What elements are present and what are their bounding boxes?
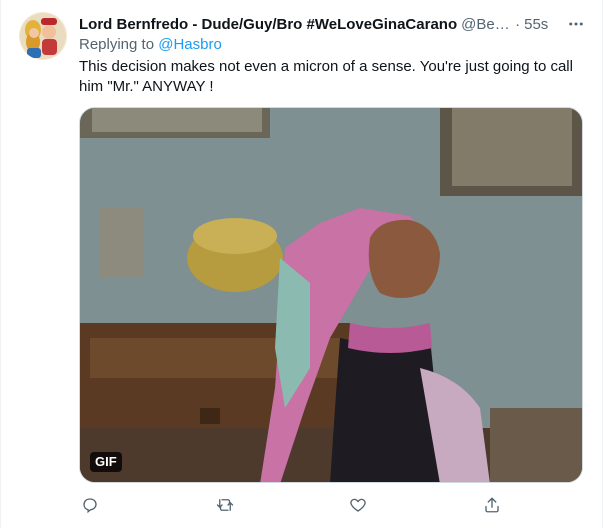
replying-to-mention[interactable]: @Hasbro <box>158 36 222 53</box>
avatar[interactable] <box>19 12 67 60</box>
tweet-card[interactable]: Lord Bernfredo - Dude/Guy/Bro #WeLoveGin… <box>0 0 603 528</box>
replying-to: Replying to @Hasbro <box>79 35 222 55</box>
like-button[interactable] <box>347 494 369 516</box>
tweet-header: Lord Bernfredo - Dude/Guy/Bro #WeLoveGin… <box>79 13 586 35</box>
more-options-button[interactable] <box>564 12 588 36</box>
timestamp[interactable]: 55s <box>524 16 548 33</box>
reply-button[interactable] <box>79 494 101 516</box>
gif-badge: GIF <box>90 452 122 472</box>
reply-icon <box>83 498 97 514</box>
heart-icon <box>350 498 366 512</box>
tweet-actions <box>79 494 579 518</box>
separator-dot: · <box>515 15 521 33</box>
tweet-text: This decision makes not even a micron of… <box>79 58 573 95</box>
retweet-icon <box>216 499 234 511</box>
user-handle[interactable]: @Bernfredo <box>461 16 511 33</box>
replying-prefix: Replying to <box>79 36 159 53</box>
more-dots-icon <box>569 22 583 26</box>
gif-frame <box>80 108 582 482</box>
avatar-image <box>19 12 67 60</box>
gif-media[interactable]: GIF <box>79 107 583 483</box>
display-name[interactable]: Lord Bernfredo - Dude/Guy/Bro #WeLoveGin… <box>79 16 457 33</box>
share-icon <box>485 497 499 513</box>
share-button[interactable] <box>481 494 503 516</box>
retweet-button[interactable] <box>214 494 236 516</box>
